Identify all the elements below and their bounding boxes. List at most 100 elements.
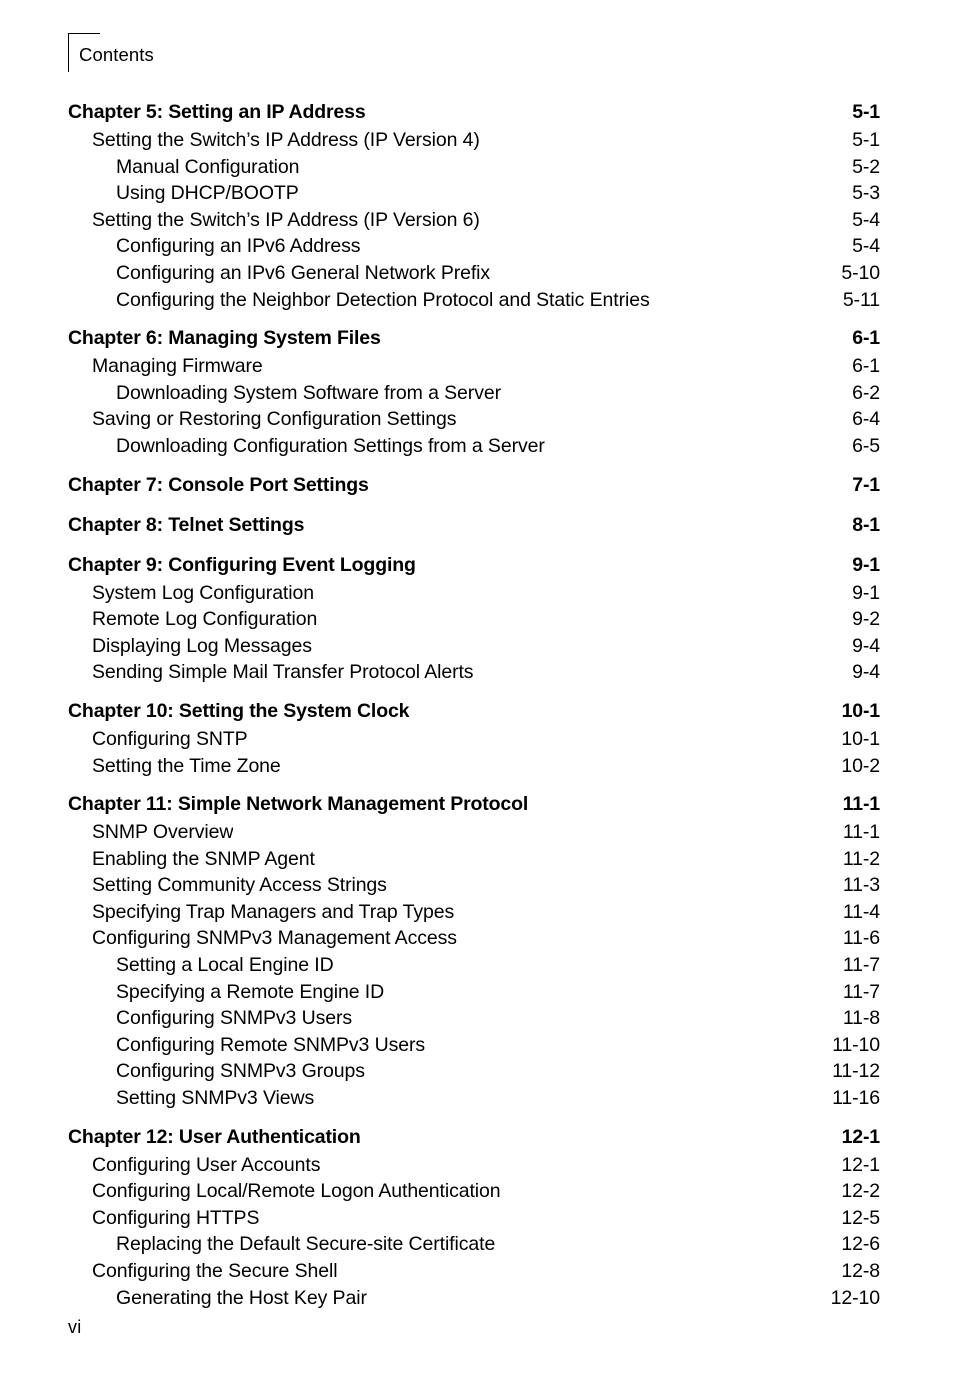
toc-section-entry[interactable]: Configuring SNMPv3 Management Access 11-6	[68, 927, 880, 954]
toc-entry-page-number: 5-3	[852, 182, 880, 205]
toc-section-entry[interactable]: Enabling the SNMP Agent 11-2	[68, 848, 880, 875]
toc-section-entry[interactable]: Remote Log Configuration 9-2	[68, 608, 880, 635]
toc-entry-label: Chapter 7: Console Port Settings	[68, 473, 369, 496]
toc-section-entry[interactable]: Configuring SNTP 10-1	[68, 728, 880, 755]
toc-entry-label: Chapter 12: User Authentication	[68, 1125, 361, 1148]
toc-entry-page-number: 6-1	[852, 327, 880, 350]
toc-entry-page-number: 10-2	[841, 754, 880, 777]
toc-entry-label: Setting a Local Engine ID	[116, 954, 334, 977]
toc-entry-label: Configuring User Accounts	[92, 1153, 321, 1176]
toc-entry-page-number: 11-1	[842, 821, 880, 844]
toc-subsection-entry[interactable]: Setting SNMPv3 Views 11-16	[68, 1087, 880, 1114]
toc-entry-label: Manual Configuration	[116, 155, 300, 178]
toc-entry-label: Setting the Time Zone	[92, 754, 281, 777]
folio-page-number: vi	[68, 1317, 82, 1337]
toc-entry-label: Downloading Configuration Settings from …	[116, 434, 545, 457]
toc-entry-label: Replacing the Default Secure-site Certif…	[116, 1233, 496, 1256]
toc-entry-page-number: 11-6	[842, 927, 880, 950]
toc-entry-page-number: 12-10	[830, 1286, 880, 1309]
toc-entry-label: Configuring an IPv6 Address	[116, 235, 361, 258]
toc-section-entry[interactable]: Configuring Local/Remote Logon Authentic…	[68, 1180, 880, 1207]
toc-subsection-entry[interactable]: Using DHCP/BOOTP 5-3	[68, 182, 880, 209]
toc-chapter-group: Chapter 7: Console Port Settings 7-1	[68, 474, 880, 502]
toc-entry-label: Configuring SNMPv3 Groups	[116, 1060, 365, 1083]
toc-entry-label: Setting the Switch’s IP Address (IP Vers…	[92, 129, 480, 151]
toc-entry-page-number: 9-1	[852, 581, 880, 604]
toc-entry-label: Chapter 6: Managing System Files	[68, 327, 381, 350]
toc-section-entry[interactable]: Setting Community Access Strings 11-3	[68, 874, 880, 901]
toc-entry-page-number: 12-5	[841, 1206, 880, 1229]
toc-entry-label: Configuring Local/Remote Logon Authentic…	[92, 1180, 501, 1203]
toc-subsection-entry[interactable]: Replacing the Default Secure-site Certif…	[68, 1233, 880, 1260]
toc-section-entry[interactable]: Setting the Switch’s IP Address (IP Vers…	[68, 129, 880, 156]
toc-entry-page-number: 5-1	[852, 101, 880, 123]
toc-chapter-entry[interactable]: Chapter 6: Managing System Files 6-1	[68, 327, 880, 355]
page-title: Contents	[79, 44, 154, 65]
toc-section-entry[interactable]: Displaying Log Messages 9-4	[68, 635, 880, 662]
toc-subsection-entry[interactable]: Downloading Configuration Settings from …	[68, 435, 880, 462]
toc-chapter-entry[interactable]: Chapter 9: Configuring Event Logging 9-1	[68, 554, 880, 582]
toc-chapter-group: Chapter 12: User Authentication 12-1 Confi…	[68, 1126, 880, 1314]
toc-subsection-entry[interactable]: Specifying a Remote Engine ID 11-7	[68, 981, 880, 1008]
toc-subsection-entry[interactable]: Configuring SNMPv3 Groups 11-12	[68, 1060, 880, 1087]
toc-entry-label: Sending Simple Mail Transfer Protocol Al…	[92, 661, 474, 684]
toc-section-entry[interactable]: Configuring the Secure Shell 12-8	[68, 1260, 880, 1287]
toc-entry-label: Setting Community Access Strings	[92, 874, 387, 897]
toc-entry-label: Configuring an IPv6 General Network Pref…	[116, 261, 491, 284]
toc-entry-page-number: 6-4	[852, 408, 880, 431]
toc-chapter-entry[interactable]: Chapter 7: Console Port Settings 7-1	[68, 474, 880, 502]
toc-subsection-entry[interactable]: Configuring an IPv6 General Network Pref…	[68, 262, 880, 289]
toc-entry-label: Chapter 8: Telnet Settings	[68, 513, 305, 536]
toc-entry-page-number: 11-10	[832, 1033, 880, 1056]
toc-entry-label: Configuring the Secure Shell	[92, 1260, 338, 1282]
toc-section-entry[interactable]: Specifying Trap Managers and Trap Types 1…	[68, 901, 880, 928]
toc-entry-page-number: 10-1	[841, 727, 880, 750]
toc-subsection-entry[interactable]: Setting a Local Engine ID 11-7	[68, 954, 880, 981]
toc-chapter-group: Chapter 9: Configuring Event Logging 9-1 S…	[68, 554, 880, 688]
toc-subsection-entry[interactable]: Configuring the Neighbor Detection Proto…	[68, 289, 880, 316]
toc-chapter-entry[interactable]: Chapter 5: Setting an IP Address 5-1	[68, 101, 880, 129]
toc-entry-label: Chapter 10: Setting the System Clock	[68, 699, 410, 722]
toc-subsection-entry[interactable]: Manual Configuration 5-2	[68, 156, 880, 183]
toc-chapter-entry[interactable]: Chapter 10: Setting the System Clock 10-1	[68, 700, 880, 728]
toc-entry-page-number: 6-1	[852, 355, 880, 378]
toc-section-entry[interactable]: Saving or Restoring Configuration Settin…	[68, 408, 880, 435]
toc-entry-label: Configuring SNMPv3 Management Access	[92, 927, 457, 950]
toc-chapter-group: Chapter 6: Managing System Files 6-1 Manag…	[68, 327, 880, 461]
toc-section-entry[interactable]: Managing Firmware 6-1	[68, 355, 880, 382]
toc-entry-label: Configuring Remote SNMPv3 Users	[116, 1033, 426, 1056]
toc-entry-page-number: 12-8	[841, 1260, 880, 1282]
toc-entry-page-number: 7-1	[852, 473, 880, 496]
toc-section-entry[interactable]: System Log Configuration 9-1	[68, 582, 880, 609]
toc-subsection-entry[interactable]: Generating the Host Key Pair 12-10	[68, 1287, 880, 1314]
toc-entry-label: Using DHCP/BOOTP	[116, 182, 299, 205]
toc-chapter-entry[interactable]: Chapter 12: User Authentication 12-1	[68, 1126, 880, 1154]
toc-entry-page-number: 10-1	[841, 699, 881, 722]
toc-section-entry[interactable]: Setting the Switch’s IP Address (IP Vers…	[68, 209, 880, 236]
toc-entry-page-number: 9-4	[852, 661, 880, 684]
toc-entry-page-number: 11-8	[842, 1007, 880, 1030]
toc-subsection-entry[interactable]: Downloading System Software from a Serve…	[68, 382, 880, 409]
toc-entry-label: Managing Firmware	[92, 355, 263, 378]
toc-entry-page-number: 11-4	[842, 900, 880, 923]
toc-entry-page-number: 5-4	[852, 235, 880, 258]
toc-entry-label: Configuring SNMPv3 Users	[116, 1007, 353, 1030]
toc-entry-label: Configuring the Neighbor Detection Proto…	[116, 288, 650, 311]
toc-entry-page-number: 5-2	[852, 155, 880, 178]
toc-entry-page-number: 12-1	[841, 1125, 881, 1148]
toc-chapter-entry[interactable]: Chapter 8: Telnet Settings 8-1	[68, 514, 880, 542]
toc-section-entry[interactable]: Setting the Time Zone 10-2	[68, 755, 880, 782]
toc-section-entry[interactable]: Configuring User Accounts 12-1	[68, 1154, 880, 1181]
toc-section-entry[interactable]: Sending Simple Mail Transfer Protocol Al…	[68, 661, 880, 688]
toc-entry-label: Chapter 5: Setting an IP Address	[68, 101, 366, 123]
toc-entry-page-number: 9-2	[852, 608, 880, 631]
toc-entry-page-number: 9-4	[852, 634, 880, 657]
toc-entry-page-number: 8-1	[852, 513, 880, 536]
toc-subsection-entry[interactable]: Configuring SNMPv3 Users 11-8	[68, 1007, 880, 1034]
running-header: Contents	[68, 33, 368, 75]
toc-section-entry[interactable]: SNMP Overview 11-1	[68, 821, 880, 848]
toc-section-entry[interactable]: Configuring HTTPS 12-5	[68, 1207, 880, 1234]
toc-subsection-entry[interactable]: Configuring Remote SNMPv3 Users 11-10	[68, 1034, 880, 1061]
toc-subsection-entry[interactable]: Configuring an IPv6 Address 5-4	[68, 235, 880, 262]
toc-chapter-entry[interactable]: Chapter 11: Simple Network Management Pr…	[68, 793, 880, 821]
